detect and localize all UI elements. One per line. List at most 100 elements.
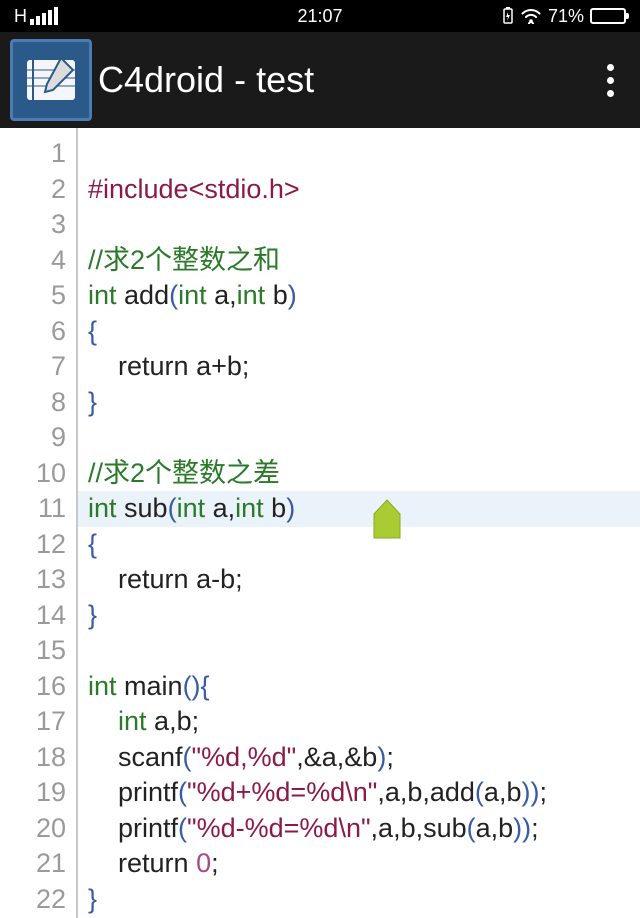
token xyxy=(88,848,118,878)
status-left: H xyxy=(14,6,58,27)
token: a,b xyxy=(484,777,522,807)
code-line[interactable]: } xyxy=(88,598,640,634)
line-number: 7 xyxy=(0,349,66,385)
network-label: H xyxy=(14,6,27,27)
code-line[interactable]: } xyxy=(88,385,640,421)
token: "%d-%d=%d\n" xyxy=(187,813,371,843)
line-number: 1 xyxy=(0,136,66,172)
token: int xyxy=(88,280,117,310)
code-line[interactable]: scanf("%d,%d",&a,&b); xyxy=(88,740,640,776)
token: ; xyxy=(539,777,547,807)
token: scanf xyxy=(88,742,183,772)
token: ) xyxy=(288,280,297,310)
token: //求2个整数之差 xyxy=(88,458,280,488)
line-number: 6 xyxy=(0,314,66,350)
token: a,b xyxy=(476,813,514,843)
token: ( xyxy=(169,280,178,310)
token: ; xyxy=(386,742,394,772)
code-line[interactable]: int main(){ xyxy=(88,669,640,705)
code-line[interactable]: int add(int a,int b) xyxy=(88,278,640,314)
token xyxy=(189,848,197,878)
token: } xyxy=(88,884,97,914)
token: printf xyxy=(88,777,178,807)
line-number: 15 xyxy=(0,633,66,669)
code-line[interactable] xyxy=(88,207,640,243)
code-area[interactable]: #include<stdio.h>//求2个整数之和int add(int a,… xyxy=(78,128,640,918)
line-number: 11 xyxy=(0,491,66,527)
battery-percent: 71% xyxy=(548,6,584,27)
line-number: 9 xyxy=(0,420,66,456)
code-line[interactable]: { xyxy=(88,527,640,563)
token: main xyxy=(117,671,183,701)
token: sub xyxy=(117,493,168,523)
line-number: 20 xyxy=(0,811,66,847)
line-number: 16 xyxy=(0,669,66,705)
code-line[interactable]: int a,b; xyxy=(88,704,640,740)
token xyxy=(88,706,118,736)
token: printf xyxy=(88,813,178,843)
token: ( xyxy=(168,493,177,523)
token: "%d,%d" xyxy=(192,742,297,772)
token: b xyxy=(264,493,287,523)
token: return xyxy=(118,564,189,594)
charging-icon xyxy=(502,7,514,25)
token: int xyxy=(237,280,266,310)
code-line[interactable] xyxy=(88,633,640,669)
wifi-icon xyxy=(520,8,542,24)
token: ; xyxy=(211,848,219,878)
code-line[interactable]: #include<stdio.h> xyxy=(88,172,640,208)
line-number: 17 xyxy=(0,704,66,740)
token: ( xyxy=(183,742,192,772)
token xyxy=(88,351,118,381)
line-number: 5 xyxy=(0,278,66,314)
token: } xyxy=(88,600,97,630)
line-number: 4 xyxy=(0,243,66,279)
line-number: 10 xyxy=(0,456,66,492)
token: { xyxy=(88,316,97,346)
token: ) xyxy=(377,742,386,772)
line-number: 12 xyxy=(0,527,66,563)
token: ,&a,&b xyxy=(296,742,377,772)
token: int xyxy=(235,493,264,523)
token: ( xyxy=(475,777,484,807)
token: () xyxy=(183,671,201,701)
code-line[interactable]: { xyxy=(88,314,640,350)
code-line[interactable]: } xyxy=(88,882,640,918)
status-right: 71% xyxy=(502,6,626,27)
app-bar: C4droid - test xyxy=(0,32,640,128)
code-editor[interactable]: 12345678910111213141516171819202122 #inc… xyxy=(0,128,640,918)
token: ( xyxy=(467,813,476,843)
app-icon[interactable] xyxy=(10,39,92,121)
clock: 21:07 xyxy=(297,6,342,27)
line-number: 8 xyxy=(0,385,66,421)
token: { xyxy=(201,671,210,701)
token xyxy=(88,564,118,594)
line-number: 18 xyxy=(0,740,66,776)
token: return xyxy=(118,848,189,878)
line-number: 14 xyxy=(0,598,66,634)
token: add xyxy=(117,280,170,310)
overflow-menu-icon[interactable] xyxy=(597,54,624,107)
line-number: 21 xyxy=(0,846,66,882)
token: #include<stdio.h> xyxy=(88,174,300,204)
token: a+b; xyxy=(189,351,250,381)
token: a,b; xyxy=(147,706,200,736)
code-line[interactable]: //求2个整数之差 xyxy=(88,456,640,492)
token: ,a,b,sub xyxy=(371,813,467,843)
code-line[interactable]: //求2个整数之和 xyxy=(88,243,640,279)
code-line[interactable]: return 0; xyxy=(88,846,640,882)
token: int xyxy=(88,493,117,523)
code-line[interactable] xyxy=(88,136,640,172)
app-title: C4droid - test xyxy=(98,59,591,101)
code-line[interactable]: return a+b; xyxy=(88,349,640,385)
signal-icon xyxy=(30,7,58,25)
token: )) xyxy=(513,813,531,843)
token: return xyxy=(118,351,189,381)
token: b xyxy=(265,280,288,310)
code-line[interactable]: int sub(int a,int b) xyxy=(78,491,640,527)
token: ( xyxy=(178,813,187,843)
code-line[interactable]: printf("%d+%d=%d\n",a,b,add(a,b)); xyxy=(88,775,640,811)
code-line[interactable] xyxy=(88,420,640,456)
code-line[interactable]: return a-b; xyxy=(88,562,640,598)
code-line[interactable]: printf("%d-%d=%d\n",a,b,sub(a,b)); xyxy=(88,811,640,847)
